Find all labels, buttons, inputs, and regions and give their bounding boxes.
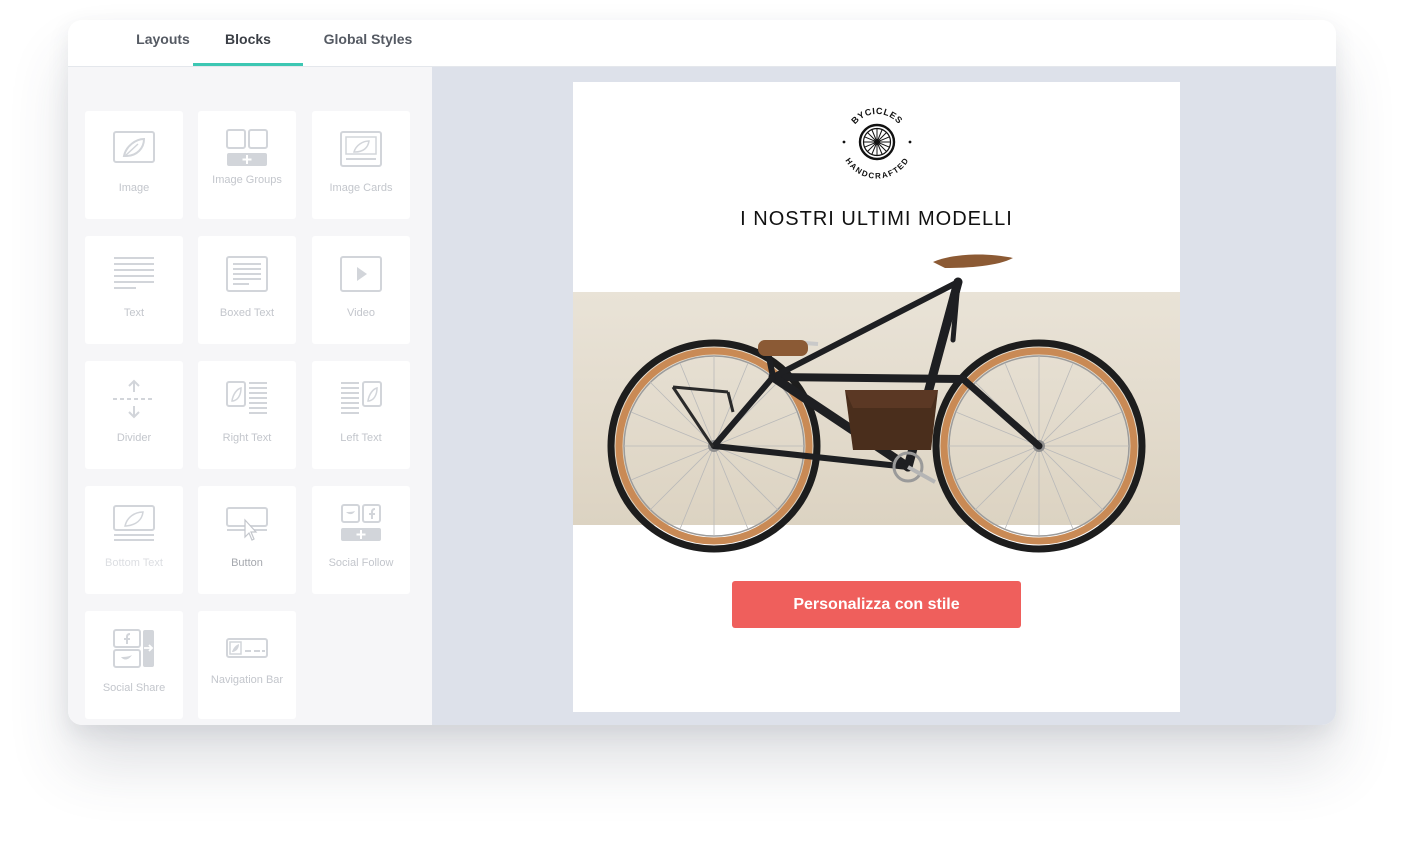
block-left-text[interactable]: Left Text xyxy=(312,361,410,469)
block-label: Bottom Text xyxy=(105,557,163,569)
block-label: Boxed Text xyxy=(219,307,275,319)
cta-button[interactable]: Personalizza con stile xyxy=(732,581,1021,628)
divider-icon xyxy=(113,379,155,419)
block-label: Social Share xyxy=(102,682,166,694)
brand-logo: BYCICLES HANDCRAFTED xyxy=(842,106,912,180)
social-follow-icon xyxy=(341,504,381,541)
right-text-icon xyxy=(226,381,267,414)
block-label: Left Text xyxy=(340,432,382,444)
builder-window: Layouts Blocks Global Styles Image Image… xyxy=(68,20,1336,725)
block-label: Video xyxy=(347,307,375,319)
block-label: Divider xyxy=(116,432,152,444)
email-headline: I NOSTRI ULTIMI MODELLI xyxy=(740,208,1013,230)
saddle xyxy=(933,254,1013,268)
navigation-bar-icon xyxy=(226,638,268,658)
block-text[interactable]: Text xyxy=(85,236,183,344)
block-navigation-bar[interactable]: Navigation Bar xyxy=(198,611,296,719)
active-tab-indicator xyxy=(193,63,303,66)
block-label: Button xyxy=(231,557,263,569)
block-bottom-text[interactable]: Bottom Text xyxy=(85,486,183,594)
block-label: Image Cards xyxy=(329,182,393,194)
block-label: Text xyxy=(123,307,145,319)
email-canvas: BYCICLES HANDCRAFTED I NOSTRI ULTIMI MOD… xyxy=(432,67,1336,725)
logo-top-text: BYCICLES xyxy=(849,106,904,126)
text-icon xyxy=(114,257,154,289)
email-preview: BYCICLES HANDCRAFTED I NOSTRI ULTIMI MOD… xyxy=(573,82,1180,712)
tab-blocks[interactable]: Blocks xyxy=(193,20,303,66)
block-social-follow[interactable]: Social Follow xyxy=(312,486,410,594)
tab-label: Global Styles xyxy=(323,31,413,47)
image-cards-icon xyxy=(340,131,382,167)
boxed-text-icon xyxy=(226,256,268,292)
block-divider[interactable]: Divider xyxy=(85,361,183,469)
block-video[interactable]: Video xyxy=(312,236,410,344)
tab-bar: Layouts Blocks Global Styles xyxy=(68,20,1336,67)
block-right-text[interactable]: Right Text xyxy=(198,361,296,469)
block-boxed-text[interactable]: Boxed Text xyxy=(198,236,296,344)
left-text-icon xyxy=(341,381,382,414)
bicycle-image xyxy=(607,254,1146,553)
button-icon xyxy=(226,507,268,541)
block-image-cards[interactable]: Image Cards xyxy=(312,111,410,219)
image-groups-icon xyxy=(226,129,268,166)
image-icon xyxy=(113,131,155,163)
block-social-share[interactable]: Social Share xyxy=(85,611,183,719)
tab-global-styles[interactable]: Global Styles xyxy=(313,20,423,66)
block-label: Right Text xyxy=(222,432,272,444)
handlebar-grip xyxy=(758,340,808,356)
tab-label: Blocks xyxy=(225,31,271,47)
block-label: Social Follow xyxy=(328,557,394,569)
video-icon xyxy=(340,256,382,292)
block-label: Image Groups xyxy=(212,174,282,186)
tab-label: Layouts xyxy=(136,31,190,47)
block-label: Image xyxy=(118,182,150,194)
block-button[interactable]: Button xyxy=(198,486,296,594)
block-label: Navigation Bar xyxy=(210,674,284,686)
frame-bag-flap xyxy=(845,390,938,408)
social-share-icon xyxy=(113,629,154,668)
block-image-groups[interactable]: Image Groups xyxy=(198,111,296,219)
block-image[interactable]: Image xyxy=(85,111,183,219)
bottom-text-icon xyxy=(113,505,155,541)
svg-text:BYCICLES: BYCICLES xyxy=(849,106,904,126)
blocks-sidebar: Image Image Groups Image Cards Text Boxe… xyxy=(68,67,432,725)
